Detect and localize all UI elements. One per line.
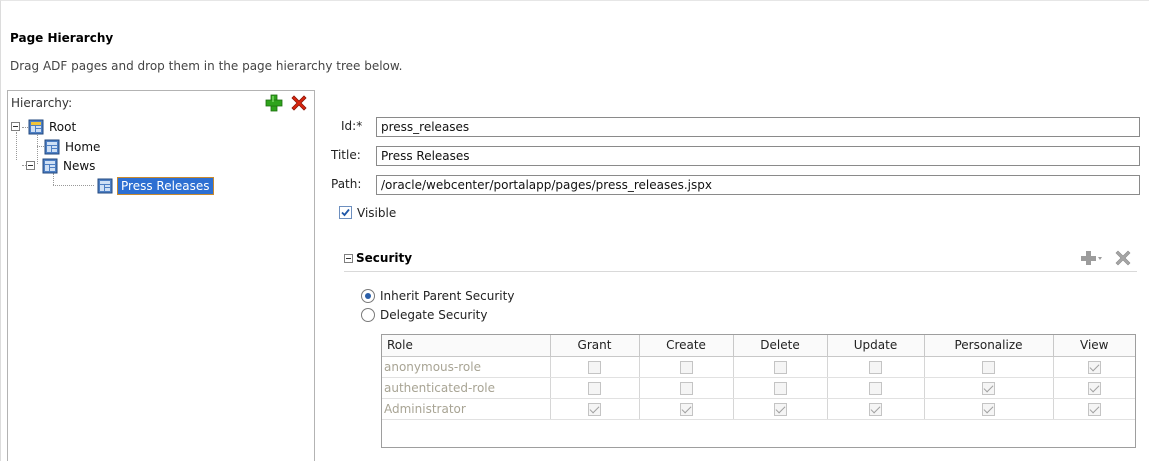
column-header-update[interactable]: Update xyxy=(827,335,925,357)
permission-checkbox[interactable] xyxy=(869,402,882,416)
tree-connector xyxy=(53,185,94,186)
tree-node-label: News xyxy=(63,158,96,173)
permission-checkbox[interactable] xyxy=(869,381,882,395)
collapse-toggle-icon[interactable] xyxy=(26,161,35,170)
permission-cell xyxy=(550,356,640,378)
permission-cell xyxy=(550,377,640,399)
permission-checkbox[interactable] xyxy=(679,360,693,374)
tree-node-home[interactable]: Home xyxy=(44,137,100,156)
permission-cell xyxy=(1053,377,1135,399)
column-header-delete[interactable]: Delete xyxy=(733,335,828,357)
permission-checkbox[interactable] xyxy=(1087,381,1101,395)
path-field[interactable] xyxy=(376,175,1140,195)
permission-checkbox[interactable] xyxy=(588,360,601,374)
table-row: anonymous-role xyxy=(382,356,1135,378)
id-field[interactable] xyxy=(376,117,1140,137)
column-header-create[interactable]: Create xyxy=(639,335,734,357)
permission-cell xyxy=(924,377,1054,399)
root-page-icon xyxy=(28,119,44,135)
title-label: Title: xyxy=(331,148,361,162)
page-icon xyxy=(97,178,113,194)
permission-checkbox[interactable] xyxy=(773,402,787,416)
title-field[interactable] xyxy=(376,146,1140,166)
delegate-security-label: Delegate Security xyxy=(380,308,488,322)
tree-connector xyxy=(37,146,44,147)
page-icon xyxy=(42,158,58,174)
permission-checkbox[interactable] xyxy=(773,360,787,374)
permission-checkbox[interactable] xyxy=(1087,402,1101,416)
permission-checkbox[interactable] xyxy=(588,402,601,416)
permission-cell xyxy=(1053,398,1135,420)
security-title: Security xyxy=(356,251,413,265)
delegate-security-radio[interactable] xyxy=(361,308,375,322)
column-header-personalize[interactable]: Personalize xyxy=(924,335,1054,357)
permission-cell xyxy=(733,377,828,399)
permission-cell xyxy=(639,398,734,420)
permission-cell xyxy=(924,356,1054,378)
delete-page-icon[interactable] xyxy=(289,93,309,113)
hierarchy-label: Hierarchy: xyxy=(11,96,73,110)
permission-checkbox[interactable] xyxy=(869,360,882,374)
table-header-row: Role Grant Create Delete Update Personal… xyxy=(382,335,1135,357)
security-collapse-icon[interactable] xyxy=(344,254,353,263)
permission-cell xyxy=(550,398,640,420)
tree-connector xyxy=(16,132,17,160)
permission-cell xyxy=(639,377,734,399)
permission-cell xyxy=(827,377,925,399)
permission-checkbox[interactable] xyxy=(982,381,995,395)
tree-node-label: Root xyxy=(49,119,77,134)
hierarchy-header: Hierarchy: xyxy=(8,91,314,116)
visible-checkbox[interactable] xyxy=(339,206,352,219)
security-table: Role Grant Create Delete Update Personal… xyxy=(381,334,1136,448)
inherit-security-label: Inherit Parent Security xyxy=(380,289,515,303)
permission-checkbox[interactable] xyxy=(679,381,693,395)
add-role-icon[interactable] xyxy=(1080,249,1106,270)
path-label: Path: xyxy=(331,177,362,191)
role-cell: anonymous-role xyxy=(382,356,551,378)
permission-cell xyxy=(827,356,925,378)
add-page-icon[interactable] xyxy=(264,93,284,113)
tree-node-news[interactable]: News xyxy=(26,156,95,175)
tree-node-label: Home xyxy=(65,139,101,154)
hierarchy-panel: Hierarchy: Root Home News Press Releases xyxy=(7,90,315,461)
inherit-security-radio[interactable] xyxy=(361,289,375,303)
permission-cell xyxy=(1053,356,1135,378)
permission-checkbox[interactable] xyxy=(982,360,995,374)
permission-checkbox[interactable] xyxy=(588,381,601,395)
permission-checkbox[interactable] xyxy=(679,402,693,416)
permission-cell xyxy=(733,356,828,378)
permission-checkbox[interactable] xyxy=(1087,360,1101,374)
column-header-view[interactable]: View xyxy=(1053,335,1135,357)
role-cell: Administrator xyxy=(382,398,551,420)
column-header-role[interactable]: Role xyxy=(382,335,551,357)
permission-cell xyxy=(827,398,925,420)
id-label: Id:* xyxy=(341,119,363,133)
page-icon xyxy=(44,139,60,155)
permission-cell xyxy=(924,398,1054,420)
permission-cell xyxy=(733,398,828,420)
visible-label: Visible xyxy=(357,206,397,220)
column-header-grant[interactable]: Grant xyxy=(550,335,640,357)
delete-role-icon[interactable] xyxy=(1114,249,1132,270)
table-row: Administrator xyxy=(382,398,1135,420)
tree-node-label-selected: Press Releases xyxy=(117,176,214,195)
section-divider xyxy=(344,271,1137,272)
table-row: authenticated-role xyxy=(382,377,1135,399)
permission-checkbox[interactable] xyxy=(982,402,995,416)
collapse-toggle-icon[interactable] xyxy=(11,122,20,131)
page-subtitle: Drag ADF pages and drop them in the page… xyxy=(10,59,403,73)
permission-checkbox[interactable] xyxy=(773,381,787,395)
checkmark-icon xyxy=(341,208,350,217)
tree-node-press-releases[interactable]: Press Releases xyxy=(97,176,214,195)
role-cell: authenticated-role xyxy=(382,377,551,399)
page-title: Page Hierarchy xyxy=(10,31,114,45)
tree-node-root[interactable]: Root xyxy=(11,117,76,136)
permission-cell xyxy=(639,356,734,378)
